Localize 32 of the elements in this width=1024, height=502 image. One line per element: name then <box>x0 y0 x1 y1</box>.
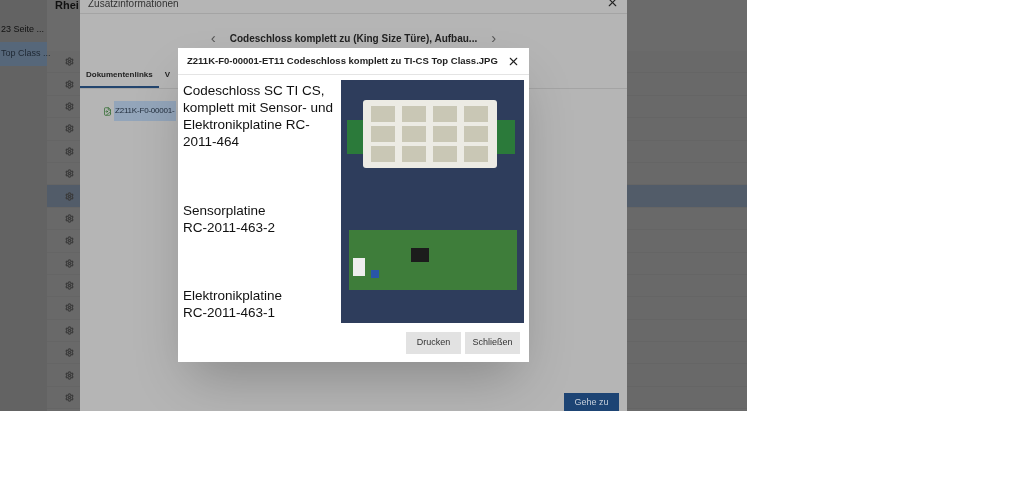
settings-icon[interactable] <box>65 213 74 223</box>
settings-icon[interactable] <box>65 258 74 268</box>
go-to-button[interactable]: Gehe zu <box>564 393 619 411</box>
document-link[interactable]: Z211K-F0-00001- <box>114 101 176 121</box>
settings-icon[interactable] <box>65 101 74 111</box>
settings-icon[interactable] <box>65 303 74 313</box>
image-caption: Sensorplatine RC-2011-463-2 <box>183 201 277 236</box>
image-file-icon <box>103 106 112 116</box>
next-arrow[interactable]: › <box>491 26 497 50</box>
settings-icon[interactable] <box>65 79 74 89</box>
settings-icon[interactable] <box>65 57 74 67</box>
tab[interactable]: V <box>158 63 177 88</box>
settings-icon[interactable] <box>65 325 74 335</box>
settings-icon[interactable] <box>65 281 74 291</box>
settings-icon[interactable] <box>65 169 74 179</box>
dialog-title: Zusatzinformationen <box>88 0 179 9</box>
dialog-button[interactable]: Schließen <box>465 332 520 354</box>
settings-icon[interactable] <box>65 124 74 134</box>
record-title: Codeschloss komplett zu (King Size Türe), Aufbau... <box>229 31 478 46</box>
settings-icon[interactable] <box>65 191 74 201</box>
image-caption: Codeschloss SC TI CS, komplett mit Sensor- und Elektronikplatine RC-2011-464 <box>183 82 335 150</box>
settings-icon[interactable] <box>65 348 74 358</box>
settings-icon[interactable] <box>65 393 74 403</box>
settings-icon[interactable] <box>65 146 74 156</box>
previous-arrow[interactable]: ‹ <box>210 26 216 50</box>
dialog-button[interactable]: Drucken <box>406 332 461 354</box>
tab[interactable]: Dokumentenlinks <box>80 63 159 88</box>
settings-icon[interactable] <box>65 236 74 246</box>
dialog-title: Z211K-F0-00001-ET11 Codeschloss komplett zu TI-CS Top Class.JPG <box>187 53 498 68</box>
image-caption: Elektronikplatine RC-2011-463-1 <box>183 287 284 321</box>
page-title: Rhei <box>55 0 79 11</box>
settings-icon[interactable] <box>65 370 74 380</box>
